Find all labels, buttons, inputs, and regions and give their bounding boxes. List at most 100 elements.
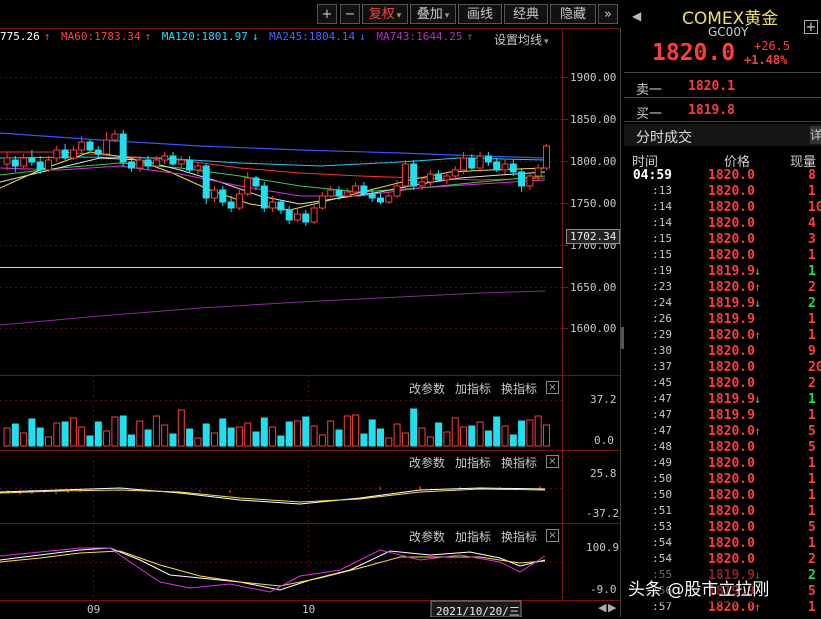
volume-switch-indicator-button[interactable]: 换指标 xyxy=(501,380,537,397)
candle-body xyxy=(227,201,235,209)
volume-bar xyxy=(244,422,252,447)
volume-axis-top: 37.2 xyxy=(590,393,617,406)
scroll-right-icon[interactable]: ▶ xyxy=(608,601,616,614)
add-watchlist-icon[interactable]: + xyxy=(804,20,818,34)
volume-bar xyxy=(36,427,44,447)
tick-price: 1820.0 xyxy=(708,248,755,263)
tick-price: 1820.0 xyxy=(708,424,755,439)
back-arrow-icon[interactable]: ◀ xyxy=(632,9,641,23)
candle-body xyxy=(244,177,252,195)
volume-bar xyxy=(86,435,94,447)
candle-body xyxy=(335,189,343,197)
tick-row: :47 1819.9 1 xyxy=(624,408,821,424)
tick-row: :49 1820.0 1 xyxy=(624,456,821,472)
volume-bar xyxy=(277,435,285,447)
candle-body xyxy=(128,161,135,169)
tick-time: :47 xyxy=(652,424,672,437)
tick-volume: 5 xyxy=(808,440,816,455)
volume-bar xyxy=(501,425,509,447)
candle-body xyxy=(211,189,218,199)
candle-body xyxy=(94,149,102,155)
tick-price: 1820.0 xyxy=(708,168,755,183)
kline-chart-area xyxy=(0,28,621,617)
macd-params-button[interactable]: 改参数 xyxy=(409,454,445,471)
bid-label: 买一 xyxy=(636,107,663,122)
macd-add-indicator-button[interactable]: 加指标 xyxy=(455,454,491,471)
volume-bar xyxy=(285,421,293,447)
tick-row: :15 1820.0 3 xyxy=(624,232,821,248)
candle-body xyxy=(501,163,509,171)
volume-bar xyxy=(28,418,36,447)
tick-row: :30 1820.0 9 xyxy=(624,344,821,360)
candle-body xyxy=(252,177,260,187)
volume-bar xyxy=(310,425,318,447)
volume-params-button[interactable]: 改参数 xyxy=(409,380,445,397)
kdj-params-button[interactable]: 改参数 xyxy=(409,528,445,545)
scroll-left-icon[interactable]: ◀ xyxy=(598,601,606,614)
tick-time: :19 xyxy=(652,264,672,277)
detail-tab-button[interactable]: 详 xyxy=(810,126,821,144)
volume-bar xyxy=(161,424,169,447)
kdj-add-indicator-button[interactable]: 加指标 xyxy=(455,528,491,545)
tick-row: :51 1820.0 1 xyxy=(624,504,821,520)
tick-time: :14 xyxy=(652,216,672,229)
candle-body xyxy=(294,213,301,221)
volume-bar xyxy=(476,421,484,447)
volume-bar xyxy=(343,415,351,447)
tick-price: 1820.0 xyxy=(708,360,755,375)
candle-body xyxy=(418,181,426,187)
candle-body xyxy=(468,157,476,169)
volume-bar xyxy=(269,426,277,447)
tick-time: :50 xyxy=(652,488,672,501)
tick-price: 1819.9 xyxy=(708,264,755,279)
tick-price: 1820.0 xyxy=(708,280,755,295)
volume-bar xyxy=(534,415,542,447)
ask-price: 1820.1 xyxy=(688,79,735,94)
volume-bar xyxy=(202,423,210,447)
tick-row: :13 1820.0 1 xyxy=(624,184,821,200)
tick-row: :53 1820.0 5 xyxy=(624,520,821,536)
candle-body xyxy=(484,155,492,163)
volume-add-indicator-button[interactable]: 加指标 xyxy=(455,380,491,397)
volume-bar xyxy=(526,419,534,447)
candle-body xyxy=(401,163,409,187)
volume-bar xyxy=(518,420,526,447)
price-axis-label: 1900.00 xyxy=(570,71,617,84)
volume-close-icon[interactable]: × xyxy=(546,381,559,394)
tick-row: :50 1820.0 1 xyxy=(624,472,821,488)
candle-body xyxy=(543,145,550,169)
volume-bar xyxy=(493,416,501,447)
candle-body xyxy=(476,155,484,169)
tick-volume: 1 xyxy=(808,600,816,615)
macd-close-icon[interactable]: × xyxy=(546,455,559,468)
tick-volume: 1 xyxy=(808,264,816,279)
tick-price: 1820.0 xyxy=(708,456,755,471)
tick-price: 1820.0 xyxy=(708,536,755,551)
tick-volume: 2 xyxy=(808,280,816,295)
candle-body xyxy=(61,149,69,159)
volume-bar xyxy=(543,424,550,447)
tick-volume: 1 xyxy=(808,328,816,343)
candlestick-series xyxy=(3,130,550,226)
candle-body xyxy=(111,133,119,141)
kdj-close-icon[interactable]: × xyxy=(546,529,559,542)
kdj-switch-indicator-button[interactable]: 换指标 xyxy=(501,528,537,545)
candle-body xyxy=(534,167,542,177)
candle-body xyxy=(235,193,243,209)
candle-body xyxy=(368,193,376,199)
volume-bar xyxy=(169,433,177,447)
candle-body xyxy=(36,161,44,171)
tick-volume: 5 xyxy=(808,584,816,599)
volume-bar xyxy=(177,409,185,447)
ticks-title: 分时成交 xyxy=(636,130,692,146)
ask-label: 卖一 xyxy=(636,83,663,98)
tick-volume: 9 xyxy=(808,344,816,359)
volume-bar xyxy=(426,436,434,447)
tick-price: 1820.0 xyxy=(708,184,755,199)
tick-volume: 5 xyxy=(808,520,816,535)
kdj-k-line xyxy=(0,547,546,591)
volume-bar xyxy=(144,429,152,447)
macd-switch-indicator-button[interactable]: 换指标 xyxy=(501,454,537,471)
volume-bar xyxy=(235,426,243,447)
candle-body xyxy=(219,189,227,203)
